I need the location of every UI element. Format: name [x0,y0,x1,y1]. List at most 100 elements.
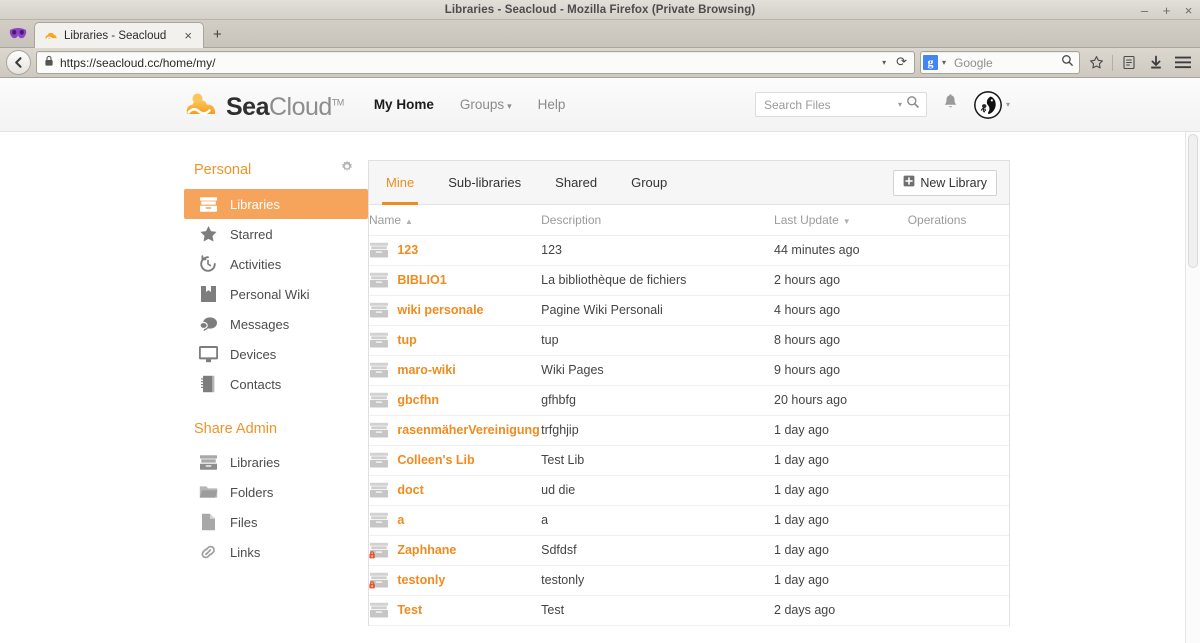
library-operations-cell[interactable] [907,565,1009,596]
sidebar-item-admin-files[interactable]: Files [184,507,368,537]
reload-icon[interactable]: ⟳ [896,55,910,70]
nav-item-help[interactable]: Help [538,97,566,112]
maximize-button[interactable]: + [1161,4,1172,17]
library-name-link[interactable]: BIBLIO1 [397,273,446,287]
library-operations-cell[interactable] [907,325,1009,356]
column-header-description[interactable]: Description [541,205,775,236]
user-menu[interactable]: ▾ [973,90,1010,119]
search-files-magnifier-icon[interactable] [906,95,920,114]
column-header-name[interactable]: Name ▲ [369,205,542,236]
download-icon[interactable] [1145,55,1167,70]
nav-item-my-home[interactable]: My Home [374,97,434,112]
table-row[interactable]: wiki personale Pagine Wiki Personali 4 hou… [369,295,1009,326]
library-description-cell: Sdfdsf [541,535,775,566]
column-header-last-update[interactable]: Last Update ▼ [774,205,908,236]
library-operations-cell[interactable] [907,385,1009,416]
library-name-link[interactable]: gbcfhn [397,393,439,407]
library-name-link[interactable]: wiki personale [397,303,483,317]
navigation-toolbar: https://seacloud.cc/home/my/ ▾ ⟳ g ▾ Goo… [0,48,1200,78]
library-name-link[interactable]: testonly [397,573,445,587]
library-name-link[interactable]: doct [397,483,423,497]
search-files-input[interactable]: Search Files ▾ [754,92,927,117]
library-name-link[interactable]: 123 [397,243,418,257]
table-row[interactable]: Colleen's Lib Test Lib 1 day ago [369,445,1009,476]
user-menu-caret-icon[interactable]: ▾ [1006,100,1010,109]
tab-group[interactable]: Group [614,161,684,205]
table-row[interactable]: rasenmäherVereinigung trfghjip 1 day ago [369,415,1009,446]
url-bar[interactable]: https://seacloud.cc/home/my/ ▾ ⟳ [36,51,915,74]
library-last-update-cell: 1 day ago [774,475,908,506]
search-magnifier-icon[interactable] [1061,54,1074,72]
table-row[interactable]: 123 123 44 minutes ago [369,235,1009,266]
table-row[interactable]: aa1 day ago [369,505,1009,536]
sidebar-item-starred[interactable]: Starred [184,219,368,249]
close-button[interactable]: × [1183,4,1194,17]
search-engine-caret-icon[interactable]: ▾ [942,58,950,67]
table-row[interactable]: BIBLIO1 La bibliothèque de fichiers 2 hour… [369,265,1009,296]
library-operations-cell[interactable] [907,415,1009,446]
table-row[interactable]: tup tup 8 hours ago [369,325,1009,356]
reader-view-icon[interactable] [1118,55,1140,70]
tab-mine[interactable]: Mine [369,161,431,205]
seacloud-logo[interactable]: SeaCloudTM [184,92,344,120]
sidebar-item-contacts[interactable]: Contacts [184,369,368,399]
sidebar-item-messages[interactable]: Messages [184,309,368,339]
library-operations-cell[interactable] [907,505,1009,536]
brand-wordmark: SeaCloudTM [226,94,344,120]
sidebar-item-admin-folders[interactable]: Folders [184,477,368,507]
back-button[interactable] [6,50,31,75]
minimize-button[interactable]: – [1139,4,1150,17]
library-operations-cell[interactable] [907,235,1009,266]
tab-close-icon[interactable]: × [181,29,195,42]
table-row[interactable]: doct ud die 1 day ago [369,475,1009,506]
search-files-caret-icon[interactable]: ▾ [898,100,902,109]
library-operations-cell[interactable] [907,535,1009,566]
library-operations-cell[interactable] [907,595,1009,626]
table-row[interactable]: gbcfhn gfhbfg 20 hours ago [369,385,1009,416]
library-name-link[interactable]: a [397,513,404,527]
hamburger-menu-icon[interactable] [1172,56,1194,69]
browser-search-placeholder: Google [954,55,993,70]
page-scrollbar-thumb[interactable] [1188,134,1198,268]
library-operations-cell[interactable] [907,475,1009,506]
library-operations-cell[interactable] [907,355,1009,386]
library-name-link[interactable]: rasenmäherVereinigung [397,423,539,437]
browser-search-bar[interactable]: g ▾ Google [920,51,1080,74]
tab-shared[interactable]: Shared [538,161,614,205]
library-operations-cell[interactable] [907,265,1009,296]
table-row[interactable]: testonly testonly 1 day ago [369,565,1009,596]
table-row[interactable]: Zaphhane Sdfdsf 1 day ago [369,535,1009,566]
google-search-engine-icon[interactable]: g [923,55,938,70]
new-tab-button[interactable]: + [204,27,231,42]
user-avatar[interactable] [973,90,1002,119]
sidebar-item-admin-libraries[interactable]: Libraries [184,447,368,477]
sidebar-item-devices[interactable]: Devices [184,339,368,369]
library-name-cell: tup [397,325,542,356]
library-name-link[interactable]: Test [397,603,422,617]
message-icon [198,314,218,334]
url-dropdown-icon[interactable]: ▾ [882,58,890,67]
library-name-link[interactable]: Zaphhane [397,543,456,557]
library-name-link[interactable]: maro-wiki [397,363,455,377]
bookmark-star-icon[interactable] [1085,55,1107,70]
library-operations-cell[interactable] [907,445,1009,476]
table-row[interactable]: Test Test 2 days ago [369,595,1009,626]
library-last-update-cell: 44 minutes ago [774,235,908,266]
sidebar-item-libraries[interactable]: Libraries [184,189,368,219]
notifications-bell-icon[interactable] [943,93,958,116]
nav-item-groups[interactable]: Groups ▾ [460,97,512,112]
table-row[interactable]: maro-wiki Wiki Pages 9 hours ago [369,355,1009,386]
library-name-link[interactable]: tup [397,333,416,347]
page-scrollbar[interactable] [1185,132,1200,643]
libraries-table-head: Name ▲ Description Last Update ▼ Operation… [369,205,1009,236]
library-operations-cell[interactable] [907,295,1009,326]
browser-tab[interactable]: Libraries - Seacloud × [34,22,204,48]
sidebar-item-personal-wiki[interactable]: Personal Wiki [184,279,368,309]
library-name-link[interactable]: Colleen's Lib [397,453,474,467]
tab-sub-libraries[interactable]: Sub-libraries [431,161,538,205]
gear-icon[interactable] [340,160,354,179]
sidebar-item-admin-links[interactable]: Links [184,537,368,567]
new-library-button[interactable]: New Library [893,169,997,196]
sidebar-item-activities[interactable]: Activities [184,249,368,279]
sidebar-item-admin-folders-label: Folders [230,484,274,500]
